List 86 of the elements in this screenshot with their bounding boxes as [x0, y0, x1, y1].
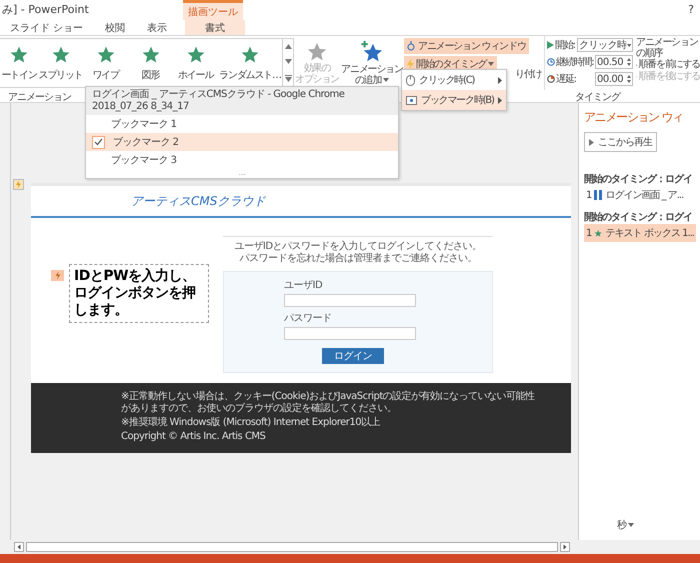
horizontal-scrollbar[interactable] [26, 542, 558, 552]
star-plus-icon [360, 40, 384, 64]
footer-text: Copyright © Artis Inc. Artis CMS [121, 431, 266, 443]
effect-button[interactable]: ートイン [0, 39, 38, 87]
mouse-icon [406, 74, 415, 86]
more-icon[interactable] [284, 74, 292, 82]
pause-icon [594, 190, 602, 200]
menu-item[interactable]: ブックマーク 2 [86, 133, 398, 151]
input-field[interactable] [284, 327, 416, 340]
command-label: り付け [515, 68, 542, 81]
bookmark-icon [406, 96, 417, 104]
effect-button[interactable]: 図形 [128, 39, 173, 87]
ribbon-tab[interactable]: 表示 [143, 20, 172, 35]
star-icon [186, 44, 206, 64]
menu-header: ログイン画面 _ アーティスCMSクラウド - Google Chrome 2018_07_26 8_34_17 [86, 87, 398, 115]
group-header: 開始のタイミング：ログイ [584, 210, 692, 224]
move-earlier-button[interactable]: 順番を前にする [636, 59, 700, 71]
caret-icon [626, 44, 631, 46]
ribbon-tab[interactable]: 書式 [185, 20, 246, 35]
field-label: パスワード [284, 312, 332, 325]
star-icon [240, 44, 260, 64]
ribbon-tab[interactable]: スライド ショー [6, 20, 88, 35]
scroll-right-icon[interactable] [560, 542, 570, 552]
lightning-icon [407, 59, 414, 69]
reorder-title: アニメーションの順序 [636, 37, 699, 59]
text-box[interactable]: IDとPWを入力し、ログインボタンを押します。 [69, 264, 209, 323]
clock-icon [547, 58, 555, 66]
star-icon [50, 44, 70, 64]
ribbon-tab[interactable]: 校閲 [101, 20, 130, 35]
lightning-icon [13, 179, 24, 190]
caret-icon [628, 523, 634, 527]
effect-button[interactable]: ワイプ [83, 39, 128, 87]
submenu-arrow-icon [498, 96, 502, 104]
delay-field[interactable]: 00.00 [595, 72, 633, 86]
input-field[interactable] [284, 294, 416, 307]
scroll-up-icon[interactable] [284, 44, 292, 50]
menu-item[interactable]: ブックマーク 3 [86, 151, 398, 169]
start-label: 開始: [555, 39, 575, 52]
lightning-icon [51, 270, 64, 281]
start-dropdown[interactable]: クリック時 [577, 38, 633, 52]
effect-button[interactable]: ランダムスト… [218, 39, 282, 87]
caret-icon [383, 78, 390, 82]
effect-button[interactable]: ホイール [173, 39, 218, 87]
duration-field[interactable]: 00.50 [595, 55, 633, 69]
instruction-text: パスワードを忘れた場合は管理者までご連絡ください。 [239, 253, 477, 265]
help-button[interactable]: ? [688, 3, 694, 16]
duration-label: 継続時間: [556, 56, 594, 69]
pane-title: アニメーション ウィ [584, 109, 683, 126]
footer-text: ※推奨環境 Windows版 (Microsoft) Internet Explorer10以上 [121, 417, 382, 429]
star-icon [140, 44, 160, 64]
time-unit-dropdown[interactable]: 秒 [617, 518, 634, 532]
footer-text: ※正常動作しない場合は、クッキー(Cookie)およびJavaScriptの設定が有効になっていない可能性がありますので、お使いのブラウザの設定を確認してください。 [121, 391, 536, 415]
logo: アーティスCMSクラウド [131, 192, 266, 210]
star-icon [594, 228, 603, 238]
animation-item[interactable]: 1 ログイン画面 _ ア... [584, 186, 696, 204]
caret-icon [488, 62, 494, 66]
star-icon [96, 44, 116, 64]
group-label: タイミング [575, 91, 620, 104]
field-label: ユーザID [284, 279, 322, 292]
ribbon-command[interactable]: アニメーション ウィンドウ [404, 38, 529, 54]
menu-item[interactable]: ブックマーク 1 [86, 115, 398, 133]
star-icon [9, 44, 29, 64]
delay-label: 遅延: [556, 73, 576, 86]
login-button[interactable]: ログイン [322, 348, 384, 364]
play-icon [589, 138, 594, 146]
animation-item[interactable]: 1 テキスト ボックス 1... [584, 224, 696, 242]
scroll-left-icon[interactable] [14, 542, 24, 552]
group-label: アニメーション [8, 91, 71, 104]
scroll-down-icon[interactable] [284, 59, 292, 64]
window-title: み] - PowerPoint [1, 2, 90, 18]
effect-button[interactable]: スプリット [38, 39, 83, 87]
menu-item[interactable]: クリック時(C) [402, 70, 506, 90]
checkmark-icon [94, 138, 103, 146]
add-animation-button[interactable]: アニメーション の追加 [340, 36, 404, 90]
play-icon [547, 41, 554, 49]
play-from-button[interactable]: ここから再生 [584, 132, 657, 152]
submenu-arrow-icon [498, 76, 502, 84]
instruction-text: ユーザIDとパスワードを入力してログインしてください。 [234, 241, 482, 252]
spinner-icon[interactable] [627, 75, 631, 83]
menu-item[interactable]: ブックマーク時(B) [402, 90, 506, 110]
stopwatch-icon [407, 41, 416, 51]
contextual-tab-title: 描画ツール [183, 0, 243, 20]
star-icon [306, 41, 328, 63]
delay-clock-icon [547, 75, 555, 83]
group-header: 開始のタイミング：ログイ [584, 172, 692, 186]
spinner-icon[interactable] [627, 58, 631, 66]
